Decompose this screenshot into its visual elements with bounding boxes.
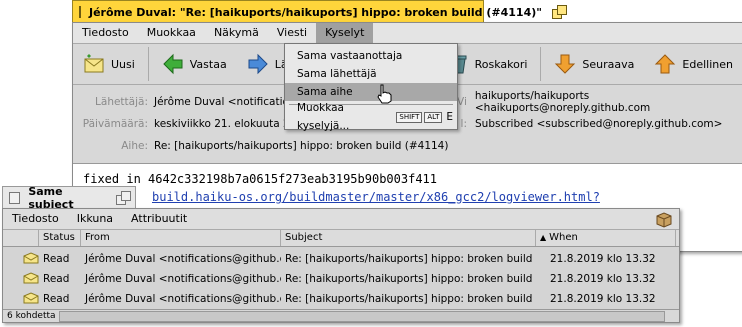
table-row[interactable]: Read Jérôme Duval <notifications@github.… bbox=[3, 289, 676, 309]
arrow-right-icon bbox=[248, 53, 268, 75]
col-when: When bbox=[549, 232, 578, 243]
to-row: Vi haikuports/haikuports <haikuports@nor… bbox=[457, 90, 742, 114]
col-when-wrap[interactable]: ▲ When bbox=[536, 230, 676, 246]
new-button[interactable]: Uusi bbox=[73, 45, 145, 83]
close-icon[interactable] bbox=[79, 6, 81, 18]
subject-label: Aihe: bbox=[121, 140, 148, 152]
package-icon[interactable] bbox=[655, 210, 673, 228]
cc-row: l: Subscribed <subscribed@noreply.github… bbox=[457, 115, 723, 133]
row-from: Jérôme Duval <notifications@github.com> bbox=[85, 273, 281, 285]
arrow-up-icon bbox=[655, 54, 676, 74]
subject-field[interactable]: Re: [haikuports/haikuports] hippo: broke… bbox=[154, 140, 449, 152]
mail-window-tab[interactable]: Jérôme Duval: "Re: [haikuports/haikuport… bbox=[72, 0, 567, 23]
dd-same-sender[interactable]: Sama lähettäjä bbox=[285, 65, 457, 83]
results-menubar: Tiedosto Ikkuna Attribuutit bbox=[3, 209, 679, 230]
col-subject[interactable]: Subject bbox=[281, 230, 536, 246]
row-when: 21.8.2019 klo 13.32 bbox=[550, 253, 656, 265]
row-subject: Re: [haikuports/haikuports] hippo: broke… bbox=[285, 253, 536, 265]
dd-same-recipient[interactable]: Sama vastaanottaja bbox=[285, 47, 457, 65]
prev-button[interactable]: Edellinen bbox=[644, 45, 742, 83]
toolbar-separator bbox=[540, 47, 542, 81]
subject-row: Aihe: Re: [haikuports/haikuports] hippo:… bbox=[73, 137, 449, 155]
reply-button[interactable]: Vastaa bbox=[152, 45, 237, 83]
next-button[interactable]: Seuraava bbox=[544, 45, 644, 83]
shortcut-letter: E bbox=[446, 111, 453, 123]
col-icon bbox=[3, 230, 39, 246]
results-menu-attribuutit[interactable]: Attribuutit bbox=[122, 209, 196, 229]
row-status: Read bbox=[43, 273, 70, 285]
shortcut-alt: ALT bbox=[424, 111, 443, 123]
row-from: Jérôme Duval <notifications@github.com> bbox=[85, 253, 281, 265]
status-bar: 6 kohdetta bbox=[3, 309, 679, 322]
table-row[interactable]: Read Jérôme Duval <notifications@github.… bbox=[3, 269, 676, 289]
results-window: Tiedosto Ikkuna Attribuutit Status From … bbox=[2, 208, 680, 323]
dd-edit-queries[interactable]: Muokkaa kyselyjä... SHIFT ALT E bbox=[285, 102, 457, 132]
row-when: 21.8.2019 klo 13.32 bbox=[550, 273, 656, 285]
menu-viesti[interactable]: Viesti bbox=[268, 23, 316, 43]
results-window-tab[interactable]: Same subject bbox=[2, 185, 136, 211]
menu-muokkaa[interactable]: Muokkaa bbox=[138, 23, 205, 43]
menu-nakyma[interactable]: Näkymä bbox=[205, 23, 268, 43]
hand-cursor-icon bbox=[377, 84, 392, 104]
menu-tiedosto[interactable]: Tiedosto bbox=[73, 23, 138, 43]
results-menu-tiedosto[interactable]: Tiedosto bbox=[3, 209, 68, 229]
col-status[interactable]: Status bbox=[39, 230, 81, 246]
dd-edit-label: Muokkaa kyselyjä... bbox=[297, 102, 350, 132]
results-list: Read Jérôme Duval <notifications@github.… bbox=[3, 247, 679, 309]
date-label: Päivämäärä: bbox=[82, 118, 148, 130]
menu-kyselyt[interactable]: Kyselyt bbox=[316, 23, 374, 43]
row-subject: Re: [haikuports/haikuports] hippo: broke… bbox=[285, 293, 536, 305]
to-label: Vi bbox=[457, 96, 467, 108]
body-link[interactable]: build.haiku-os.org/buildmaster/master/x8… bbox=[152, 190, 600, 204]
column-header: Status From Subject ▲ When bbox=[3, 230, 679, 247]
arrow-down-icon bbox=[555, 54, 576, 74]
row-status: Read bbox=[43, 293, 70, 305]
reply-label: Vastaa bbox=[189, 57, 227, 71]
shortcut-shift: SHIFT bbox=[396, 111, 423, 123]
row-when: 21.8.2019 klo 13.32 bbox=[550, 293, 656, 305]
row-subject: Re: [haikuports/haikuports] hippo: broke… bbox=[285, 273, 536, 285]
horizontal-scrollbar[interactable] bbox=[59, 311, 665, 322]
trash-label: Roskakori bbox=[474, 57, 528, 71]
close-icon[interactable] bbox=[9, 192, 21, 204]
from-label: Lähettäjä: bbox=[95, 96, 148, 108]
zoom-icon[interactable] bbox=[115, 191, 131, 205]
arrow-left-icon bbox=[163, 53, 183, 75]
mail-window-title: Jérôme Duval: "Re: [haikuports/haikuport… bbox=[89, 5, 542, 19]
results-menu-ikkuna[interactable]: Ikkuna bbox=[68, 209, 122, 229]
toolbar-separator bbox=[147, 47, 149, 81]
sort-arrow-icon: ▲ bbox=[540, 233, 547, 242]
table-row[interactable]: Read Jérôme Duval <notifications@github.… bbox=[3, 249, 676, 269]
new-label: Uusi bbox=[111, 57, 135, 71]
col-from[interactable]: From bbox=[81, 230, 281, 246]
item-count: 6 kohdetta bbox=[7, 311, 56, 321]
cc-field[interactable]: Subscribed <subscribed@noreply.github.co… bbox=[475, 118, 723, 130]
read-mail-icon bbox=[23, 251, 39, 263]
read-mail-icon bbox=[23, 271, 39, 283]
row-from: Jérôme Duval <notifications@github.com> bbox=[85, 293, 281, 305]
mail-menubar: Tiedosto Muokkaa Näkymä Viesti Kyselyt bbox=[73, 23, 742, 44]
prev-label: Edellinen bbox=[682, 57, 733, 71]
read-mail-icon bbox=[23, 291, 39, 303]
from-row: Lähettäjä: Jérôme Duval <notifications@g bbox=[73, 93, 319, 111]
cc-label: l: bbox=[460, 118, 467, 130]
row-status: Read bbox=[43, 253, 70, 265]
to-field[interactable]: haikuports/haikuports <haikuports@norepl… bbox=[474, 90, 742, 114]
envelope-new-icon bbox=[84, 54, 104, 73]
body-line-1: fixed in 4642c332198b7a0615f273eab3195b9… bbox=[83, 172, 438, 186]
next-label: Seuraava bbox=[582, 57, 635, 71]
kyselyt-dropdown: Sama vastaanottaja Sama lähettäjä Sama a… bbox=[284, 43, 458, 132]
